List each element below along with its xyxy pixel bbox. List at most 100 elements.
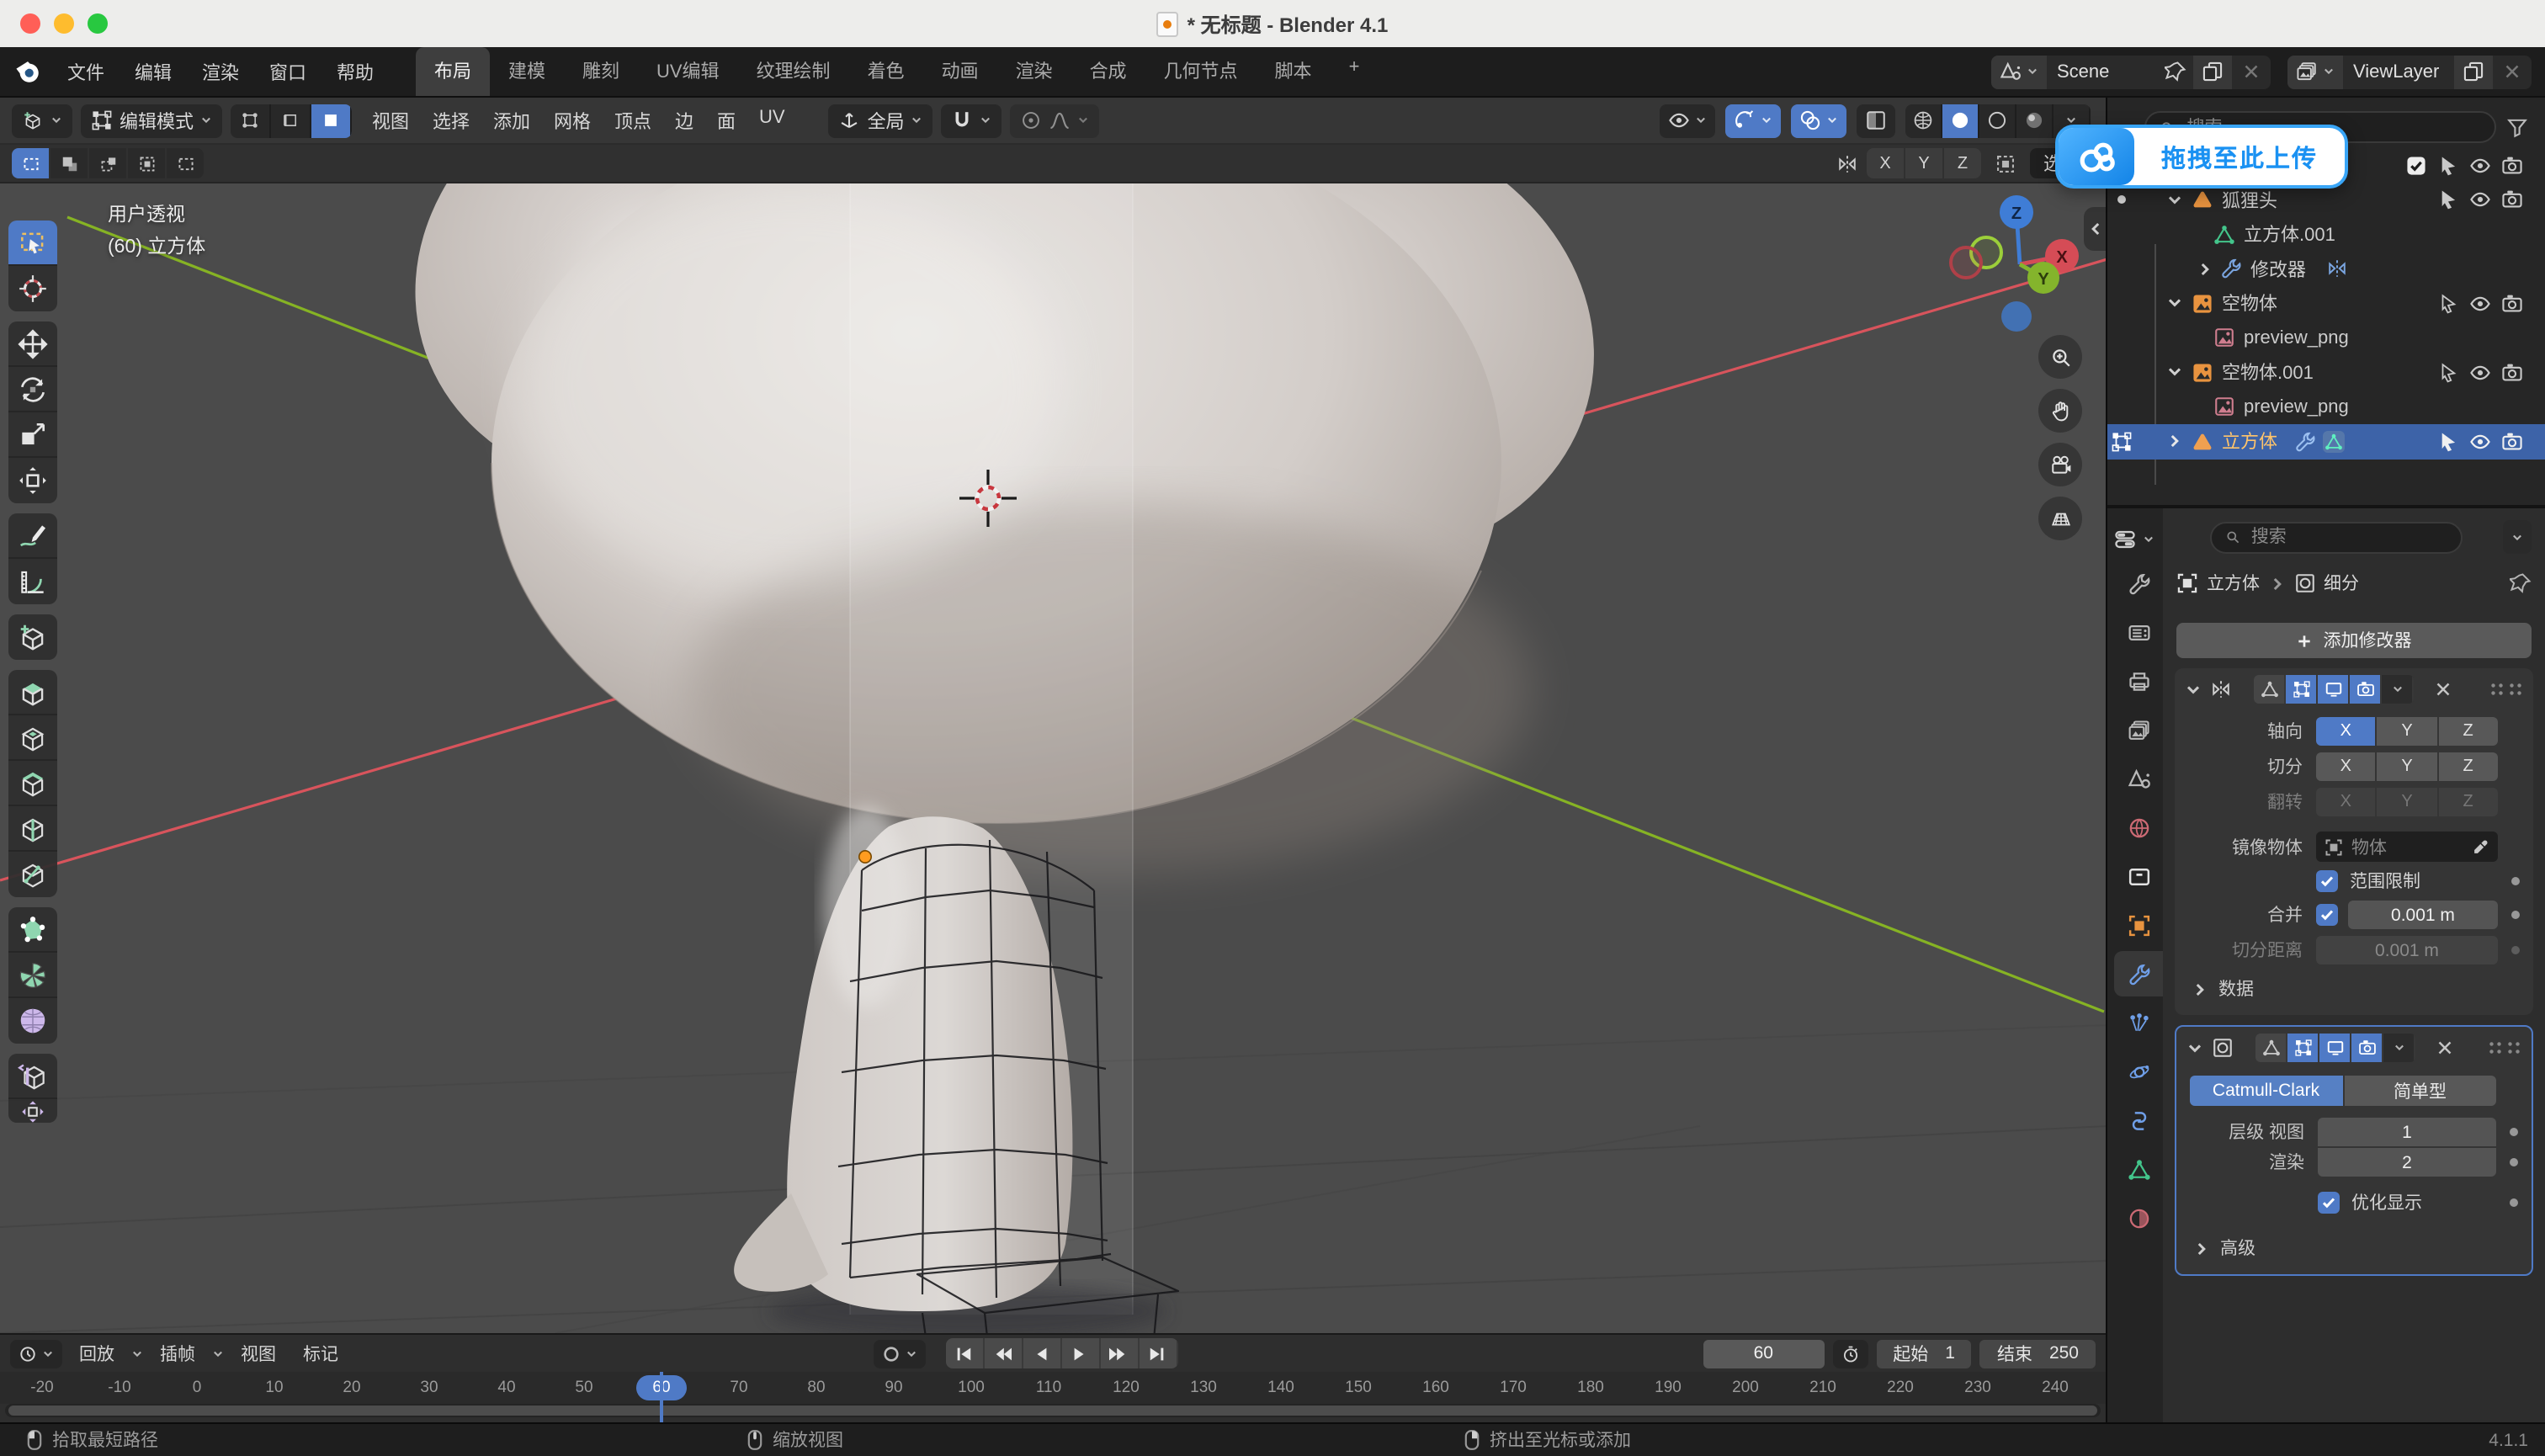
workspace-tab[interactable]: 雕刻 (564, 47, 638, 96)
viewlayer-name[interactable]: ViewLayer (2343, 61, 2454, 82)
workspace-tab[interactable]: 布局 (416, 47, 490, 96)
camera-icon[interactable] (2501, 189, 2523, 211)
viewport-menu-item[interactable]: 网格 (542, 102, 603, 139)
properties-search[interactable] (2209, 521, 2462, 553)
frame-ruler-number[interactable]: 220 (1862, 1379, 1939, 1397)
scene-copy-button[interactable] (2193, 55, 2232, 88)
chevron-down-icon[interactable] (2185, 681, 2202, 698)
show-in-render-toggle[interactable] (2351, 1034, 2383, 1062)
show-in-editmode-cage-toggle[interactable] (2254, 675, 2286, 704)
frame-ruler-number[interactable]: 100 (932, 1379, 1010, 1397)
frame-ruler-number[interactable]: 120 (1087, 1379, 1165, 1397)
viewport-menu-item[interactable]: 视图 (360, 102, 421, 139)
solid-shading-button[interactable] (1942, 104, 1979, 137)
shrink-fatten-tool[interactable] (8, 1099, 57, 1123)
rendered-shading-button[interactable] (2016, 104, 2054, 137)
inset-faces-tool[interactable] (8, 715, 57, 761)
outliner-label[interactable]: preview_png (2244, 397, 2349, 417)
properties-search-input[interactable] (2248, 525, 2447, 549)
frame-ruler-number[interactable]: 110 (1010, 1379, 1087, 1397)
optimal-display-checkbox[interactable] (2318, 1192, 2340, 1214)
outliner-label-active[interactable]: 立方体 (2222, 428, 2277, 455)
workspace-tab[interactable]: 着色 (849, 47, 923, 96)
viewlayer-copy-button[interactable] (2454, 55, 2493, 88)
annotate-tool[interactable] (8, 513, 57, 559)
clipping-checkbox[interactable] (2316, 870, 2338, 892)
vertex-select-button[interactable] (231, 104, 271, 137)
mirror-axis-button[interactable]: Y (1905, 148, 1942, 178)
workspace-tab[interactable]: 建模 (490, 47, 564, 96)
play-reverse-button[interactable] (1023, 1338, 1062, 1368)
filter-icon[interactable] (2506, 116, 2528, 138)
frame-ruler-number[interactable]: 50 (545, 1379, 623, 1397)
end-frame-field[interactable]: 结束 250 (1980, 1339, 2096, 1368)
tab-view-layer[interactable] (2114, 707, 2163, 752)
remove-modifier-icon[interactable] (2434, 1037, 2456, 1059)
frame-ruler-number[interactable]: 90 (855, 1379, 932, 1397)
bisect-x-button[interactable]: X (2316, 752, 2376, 781)
topbar-menu-item[interactable]: 文件 (52, 51, 120, 92)
axis-z-button[interactable]: Z (2438, 717, 2498, 746)
wireframe-shading-button[interactable] (1905, 104, 1942, 137)
properties-editor-type-button[interactable] (2114, 518, 2163, 559)
timeline-view-menu[interactable]: 视图 (231, 1337, 286, 1369)
viewlayer-remove-button[interactable] (2493, 55, 2532, 88)
tab-render[interactable] (2114, 609, 2163, 655)
flip-z-button[interactable]: Z (2438, 788, 2498, 816)
frame-ruler-number[interactable]: 230 (1939, 1379, 2016, 1397)
workspace-tab[interactable]: 合成 (1071, 47, 1145, 96)
outliner-row-modifiers[interactable]: 修改器 (2107, 252, 2545, 286)
rotate-tool[interactable] (8, 367, 57, 412)
pin-icon[interactable] (2165, 61, 2186, 82)
chevron-right-icon[interactable] (2166, 433, 2183, 450)
jump-to-end-button[interactable] (1140, 1338, 1178, 1368)
eyedropper-icon[interactable] (2471, 837, 2489, 856)
viewport-3d[interactable]: Z X Y 用户透视 (60) 立方体 (0, 183, 2106, 1333)
select-invert-mode-button[interactable] (128, 148, 165, 178)
outliner-row-empty-001[interactable]: 空物体.001 (2107, 355, 2545, 390)
add-cube-tool[interactable] (8, 614, 57, 660)
frame-ruler-number[interactable]: 130 (1165, 1379, 1242, 1397)
start-frame-field[interactable]: 起始 1 (1876, 1339, 1972, 1368)
transform-tool[interactable] (8, 458, 57, 503)
select-set-mode-button[interactable] (12, 148, 49, 178)
show-in-viewport-toggle[interactable] (2318, 675, 2350, 704)
levels-viewport-field[interactable]: 1 (2318, 1118, 2496, 1146)
play-button[interactable] (1062, 1338, 1101, 1368)
poly-build-tool[interactable] (8, 907, 57, 953)
overlays-toggle[interactable] (1791, 104, 1846, 137)
chevron-down-icon[interactable] (2186, 1039, 2203, 1056)
outliner-row-preview-b[interactable]: preview_png (2107, 390, 2545, 424)
drag-handle[interactable] (2488, 1040, 2521, 1055)
frame-ruler-number[interactable]: 200 (1707, 1379, 1784, 1397)
loop-cut-tool[interactable] (8, 806, 57, 852)
tab-object[interactable] (2114, 902, 2163, 948)
tab-modifiers[interactable] (2114, 951, 2163, 996)
bisect-distance-field[interactable]: 0.001 m (2316, 936, 2498, 964)
marker-menu[interactable]: 标记 (293, 1337, 348, 1369)
animate-dot[interactable] (2510, 1198, 2518, 1207)
checkbox-icon[interactable] (2405, 155, 2427, 177)
catmull-clark-button[interactable]: Catmull-Clark (2190, 1076, 2342, 1106)
animate-dot[interactable] (2511, 911, 2520, 919)
correct-face-attributes-icon[interactable] (1995, 152, 2016, 174)
animate-dot[interactable] (2511, 946, 2520, 954)
frame-ruler-number[interactable]: 210 (1784, 1379, 1862, 1397)
viewlayer-browse-button[interactable] (2287, 55, 2343, 88)
gizmo-x-label[interactable]: X (2056, 248, 2068, 267)
smooth-tool[interactable] (8, 998, 57, 1044)
properties-options-button[interactable] (2503, 520, 2532, 554)
outliner-label[interactable]: 修改器 (2250, 256, 2306, 283)
extrude-region-tool[interactable] (8, 670, 57, 715)
frame-ruler-number[interactable]: 80 (778, 1379, 855, 1397)
frame-ruler[interactable]: -20-100102030405060708090100110120130140… (0, 1372, 2106, 1404)
mirror-panel-header[interactable] (2175, 668, 2533, 710)
axis-y-button[interactable]: Y (2378, 717, 2437, 746)
current-frame-field[interactable]: 60 (1703, 1339, 1824, 1368)
outliner-label[interactable]: 狐狸头 (2222, 187, 2277, 214)
camera-icon[interactable] (2501, 293, 2523, 315)
scene-unlink-button[interactable] (2232, 55, 2271, 88)
tab-physics[interactable] (2114, 1049, 2163, 1094)
outliner-row-cube-001[interactable]: 立方体.001 (2107, 217, 2545, 252)
frame-ruler-number[interactable]: 180 (1552, 1379, 1629, 1397)
